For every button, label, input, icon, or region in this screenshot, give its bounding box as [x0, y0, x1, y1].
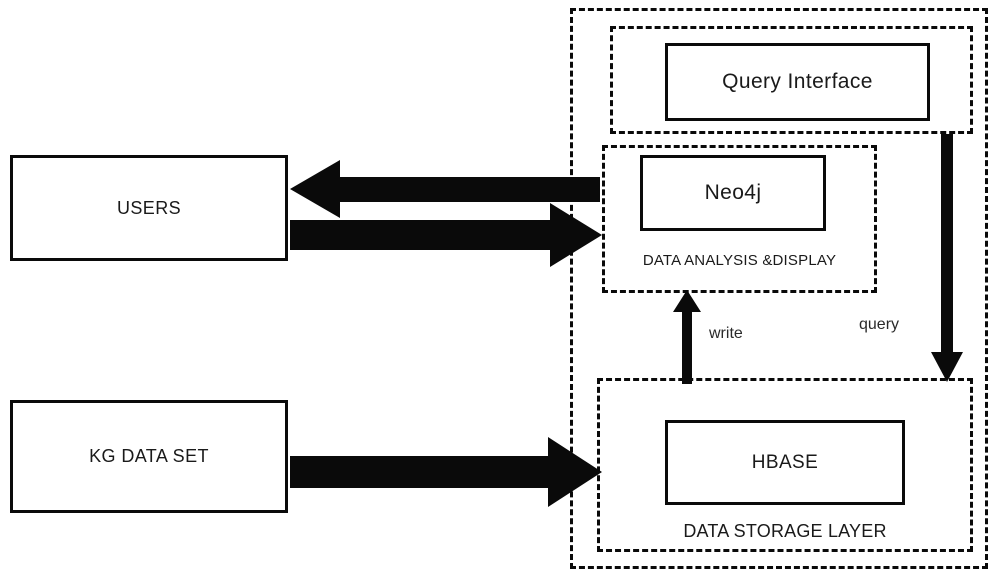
neo4j-node-label: Neo4j [704, 181, 762, 204]
write-arrow [673, 290, 701, 384]
neo4j-node[interactable]: Neo4j [640, 155, 826, 231]
kg-data-set-node[interactable]: KG DATA SET [10, 400, 288, 513]
users-node-label: USERS [116, 197, 181, 218]
kg-data-set-load-arrow [290, 437, 602, 507]
query-interface-node[interactable]: Query Interface [665, 43, 930, 121]
architecture-diagram: USERS KG DATA SET Query Interface Neo4j … [0, 0, 1000, 577]
query-arrow-label: query [859, 316, 900, 333]
users-node[interactable]: USERS [10, 155, 288, 261]
request-from-users-arrow [290, 203, 602, 267]
kg-data-set-node-label: KG DATA SET [89, 446, 209, 466]
data-storage-layer-caption: DATA STORAGE LAYER [683, 521, 887, 541]
hbase-node[interactable]: HBASE [665, 420, 905, 505]
hbase-node-label: HBASE [751, 451, 819, 473]
query-arrow [931, 134, 963, 382]
write-arrow-label: write [709, 325, 743, 342]
query-interface-node-label: Query Interface [722, 70, 873, 93]
data-analysis-layer-caption: DATA ANALYSIS &DISPLAY [642, 252, 837, 269]
